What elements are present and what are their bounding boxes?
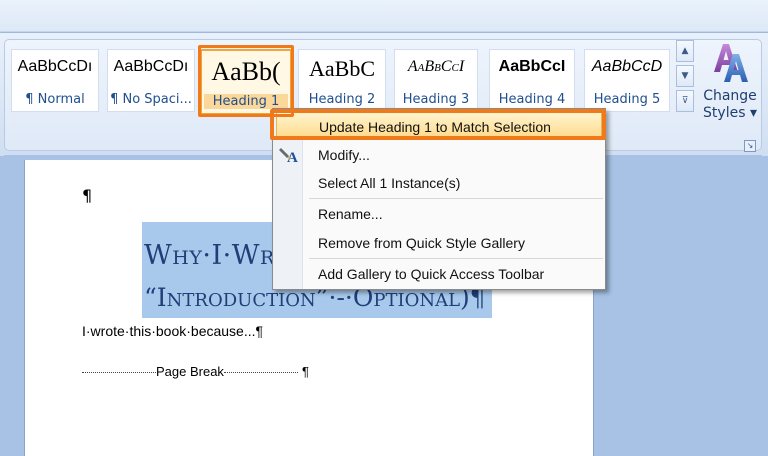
heading-line-1[interactable]: Why·I·Wro	[144, 240, 291, 271]
style-name: Heading 3	[402, 92, 470, 107]
style-name: Heading 4	[498, 92, 566, 107]
change-styles-button[interactable]: Change Styles ▾	[700, 40, 760, 122]
paragraph-mark: ¶	[82, 186, 93, 205]
scroll-down-icon[interactable]: ▼	[676, 65, 694, 87]
page-break-dots-right	[223, 372, 298, 374]
annotation-highlight-menu-item	[270, 109, 606, 140]
style-name: Heading 5	[593, 92, 661, 107]
change-styles-line2: Styles ▾	[703, 105, 757, 121]
style-sample: AaBbC	[309, 56, 375, 81]
title-strip	[0, 0, 768, 32]
annotation-highlight-tile	[198, 45, 294, 117]
page-break-mark: ¶	[301, 364, 309, 379]
more-styles-icon[interactable]: ⊽	[676, 90, 694, 112]
page-break-label: Page Break	[156, 364, 224, 379]
style-tile-no-spacing[interactable]: AaBbCcDı ¶ No Spaci...	[107, 49, 195, 112]
style-sample: AaBbCcI	[407, 58, 465, 75]
menu-item-select-all[interactable]: Select All 1 Instance(s)	[303, 169, 605, 197]
style-sample: AaBbCcD	[591, 58, 663, 75]
style-tile-heading-4[interactable]: AaBbCcI Heading 4	[489, 49, 575, 112]
menu-item-modify[interactable]: Modify...	[303, 141, 605, 169]
menu-item-add-gallery-qat[interactable]: Add Gallery to Quick Access Toolbar	[303, 260, 605, 288]
scroll-up-icon[interactable]: ▲	[676, 40, 694, 62]
gallery-scroll: ▲ ▼ ⊽	[676, 40, 696, 116]
style-sample: AaBbCcDı	[17, 58, 93, 75]
style-tile-normal[interactable]: AaBbCcDı ¶ Normal	[11, 49, 99, 112]
style-tile-heading-2[interactable]: AaBbC Heading 2	[298, 49, 386, 112]
style-name: ¶ Normal	[25, 92, 85, 107]
modify-style-icon: A	[279, 148, 298, 165]
change-styles-label: Change Styles ▾	[700, 88, 760, 122]
style-sample: AaBbCcDı	[113, 58, 189, 75]
page-break: Page Break ¶	[82, 364, 309, 379]
menu-separator	[309, 198, 603, 199]
page-break-dots-left	[82, 372, 156, 374]
style-name: Heading 2	[308, 92, 376, 107]
style-tile-heading-5[interactable]: AaBbCcD Heading 5	[584, 49, 670, 112]
dialog-launcher-icon[interactable]: ↘	[744, 140, 756, 152]
style-tile-heading-3[interactable]: AaBbCcI Heading 3	[394, 49, 478, 112]
change-styles-icon	[714, 44, 748, 82]
style-sample: AaBbCcI	[498, 58, 566, 75]
change-styles-line1: Change	[703, 88, 757, 104]
style-name: ¶ No Spaci...	[110, 92, 192, 107]
menu-item-remove-from-gallery[interactable]: Remove from Quick Style Gallery	[303, 229, 605, 257]
body-paragraph[interactable]: I·wrote·this·book·because...¶	[82, 323, 263, 339]
menu-item-rename[interactable]: Rename...	[303, 200, 605, 228]
menu-separator	[309, 258, 603, 259]
